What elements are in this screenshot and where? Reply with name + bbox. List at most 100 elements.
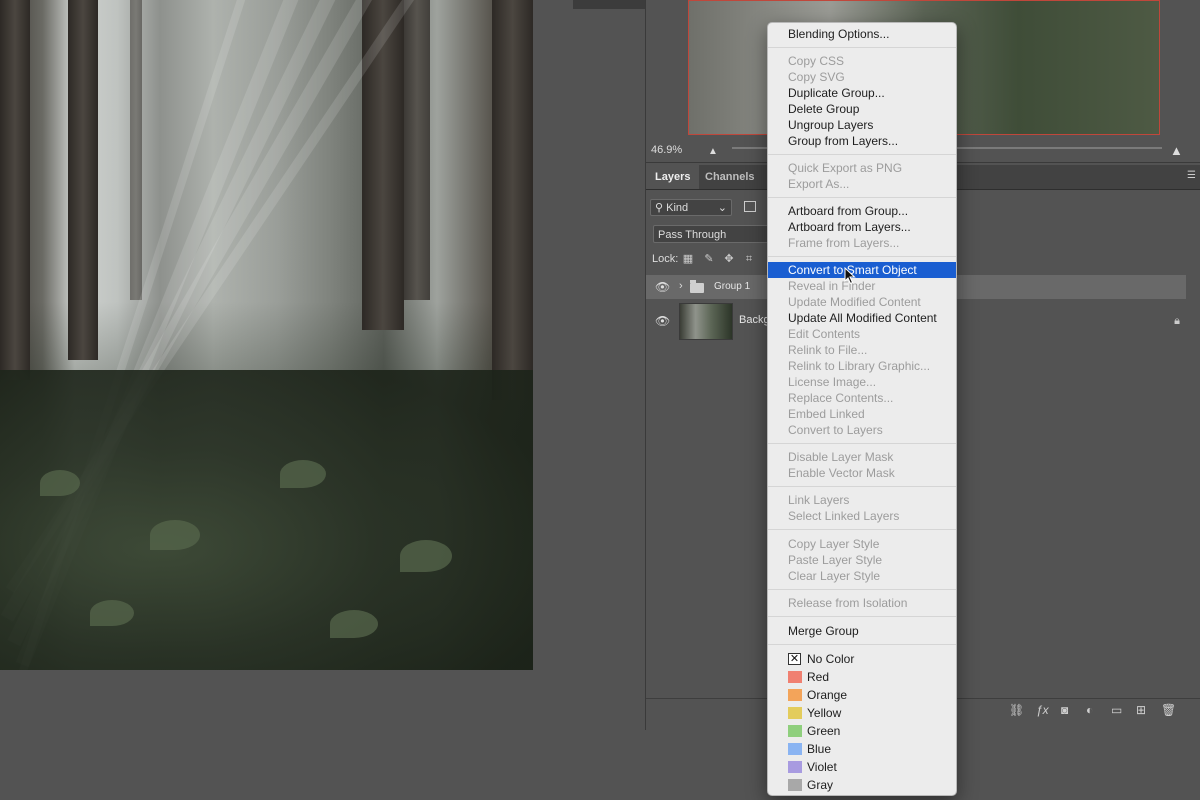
menu-item-quick-export[interactable]: Quick Export as PNG: [768, 160, 956, 176]
menu-item-release-from-isolation[interactable]: Release from Isolation: [768, 595, 956, 611]
eye-icon[interactable]: 👁: [655, 280, 670, 294]
color-label: Gray: [807, 778, 834, 792]
menu-item-convert-to-smart-object[interactable]: Convert to Smart Object: [768, 262, 956, 278]
leaf: [90, 600, 134, 626]
tree-trunk: [0, 0, 30, 380]
menu-item-artboard-from-layers[interactable]: Artboard from Layers...: [768, 219, 956, 235]
trash-icon[interactable]: 🗑︎: [1161, 704, 1176, 717]
menu-item-copy-svg[interactable]: Copy SVG: [768, 69, 956, 85]
menu-item-reveal-in-finder[interactable]: Reveal in Finder: [768, 278, 956, 294]
menu-item-update-all-modified-content[interactable]: Update All Modified Content: [768, 310, 956, 326]
color-label: Violet: [807, 760, 837, 774]
layer-name[interactable]: Backg: [739, 314, 770, 326]
menu-separator: [768, 589, 956, 590]
chevron-right-icon[interactable]: ›: [679, 280, 683, 292]
folder-icon: [690, 280, 704, 293]
leaf: [400, 540, 452, 572]
leaf: [150, 520, 200, 550]
menu-item-merge-group[interactable]: Merge Group: [768, 623, 956, 639]
adjustment-layer-icon[interactable]: ◐: [1086, 704, 1093, 717]
layer-name[interactable]: Group 1: [714, 281, 750, 292]
chevron-down-icon: ⌄: [717, 202, 727, 214]
menu-item-copy-layer-style[interactable]: Copy Layer Style: [768, 536, 956, 552]
menu-item-enable-vector-mask[interactable]: Enable Vector Mask: [768, 465, 956, 481]
eye-icon[interactable]: 👁: [655, 314, 670, 328]
gray-swatch-icon: [788, 779, 802, 791]
menu-separator: [768, 529, 956, 530]
menu-item-duplicate-group[interactable]: Duplicate Group...: [768, 85, 956, 101]
lock-brush-icon[interactable]: ✎: [703, 253, 715, 265]
menu-item-blending-options[interactable]: Blending Options...: [768, 26, 956, 42]
menu-item-delete-group[interactable]: Delete Group: [768, 101, 956, 117]
menu-item-ungroup-layers[interactable]: Ungroup Layers: [768, 117, 956, 133]
image-filter-icon[interactable]: [744, 201, 756, 212]
menu-item-frame-from-layers[interactable]: Frame from Layers...: [768, 235, 956, 251]
zoom-level[interactable]: 46.9%: [651, 144, 682, 156]
forest-image[interactable]: [0, 0, 533, 670]
new-layer-icon[interactable]: ⊞: [1136, 704, 1146, 717]
menu-item-artboard-from-group[interactable]: Artboard from Group...: [768, 203, 956, 219]
menu-item-convert-to-layers[interactable]: Convert to Layers: [768, 422, 956, 438]
lock-artboard-icon[interactable]: ⌗: [743, 253, 755, 265]
leaf: [280, 460, 326, 488]
zoom-in-icon[interactable]: ▲: [1170, 143, 1183, 158]
document-canvas[interactable]: [0, 0, 645, 800]
color-label: Blue: [807, 742, 832, 756]
menu-separator: [768, 47, 956, 48]
color-label: Red: [807, 670, 830, 684]
color-label: Orange: [807, 688, 848, 702]
menu-item-group-from-layers[interactable]: Group from Layers...: [768, 133, 956, 149]
leaf: [330, 610, 378, 638]
menu-item-update-modified-content[interactable]: Update Modified Content: [768, 294, 956, 310]
menu-item-export-as[interactable]: Export As...: [768, 176, 956, 192]
blend-mode-label: Pass Through: [658, 229, 727, 241]
panel-menu-icon[interactable]: ☰: [1187, 171, 1197, 181]
menu-item-select-linked-layers[interactable]: Select Linked Layers: [768, 508, 956, 524]
lock-position-icon[interactable]: ✥: [723, 253, 735, 265]
panel-edge: [573, 0, 645, 9]
menu-item-edit-contents[interactable]: Edit Contents: [768, 326, 956, 342]
menu-item-disable-layer-mask[interactable]: Disable Layer Mask: [768, 449, 956, 465]
menu-item-clear-layer-style[interactable]: Clear Layer Style: [768, 568, 956, 584]
layer-thumbnail: [679, 303, 733, 340]
menu-separator: [768, 644, 956, 645]
menu-item-copy-css[interactable]: Copy CSS: [768, 53, 956, 69]
blue-swatch-icon: [788, 743, 802, 755]
fx-icon[interactable]: ƒx: [1036, 704, 1049, 717]
new-group-icon[interactable]: ▭: [1111, 704, 1122, 717]
menu-separator: [768, 616, 956, 617]
tree-trunk: [130, 0, 142, 300]
menu-item-link-layers[interactable]: Link Layers: [768, 492, 956, 508]
menu-separator: [768, 154, 956, 155]
layer-context-menu: Blending Options... Copy CSS Copy SVG Du…: [767, 22, 957, 796]
menu-item-license-image[interactable]: License Image...: [768, 374, 956, 390]
color-label: No Color: [807, 652, 855, 666]
tab-channels[interactable]: Channels: [696, 165, 764, 189]
no-color-icon: ✕: [788, 653, 801, 665]
menu-item-relink-to-file[interactable]: Relink to File...: [768, 342, 956, 358]
color-label: Yellow: [807, 706, 842, 720]
add-mask-icon[interactable]: ◙: [1061, 704, 1068, 717]
color-label: Green: [807, 724, 841, 738]
tree-trunk: [492, 0, 533, 400]
menu-item-embed-linked[interactable]: Embed Linked: [768, 406, 956, 422]
tree-trunk: [404, 0, 430, 300]
menu-item-relink-to-library-graphic[interactable]: Relink to Library Graphic...: [768, 358, 956, 374]
leaf: [40, 470, 80, 496]
blend-mode-select[interactable]: Pass Through: [653, 225, 776, 243]
orange-swatch-icon: [788, 689, 802, 701]
filter-kind-select[interactable]: ⚲ Kind ⌄: [650, 199, 732, 216]
foliage: [0, 370, 533, 670]
link-layers-icon[interactable]: ⛓: [1009, 704, 1024, 717]
filter-kind-label: Kind: [666, 202, 689, 214]
search-icon: ⚲: [655, 202, 664, 214]
green-swatch-icon: [788, 725, 802, 737]
menu-separator: [768, 197, 956, 198]
tree-trunk: [68, 0, 98, 360]
lock-transparent-icon[interactable]: ▦: [682, 253, 694, 265]
menu-item-replace-contents[interactable]: Replace Contents...: [768, 390, 956, 406]
tab-layers[interactable]: Layers: [646, 165, 700, 189]
menu-item-paste-layer-style[interactable]: Paste Layer Style: [768, 552, 956, 568]
zoom-out-icon[interactable]: ▲: [708, 146, 718, 157]
violet-swatch-icon: [788, 761, 802, 773]
